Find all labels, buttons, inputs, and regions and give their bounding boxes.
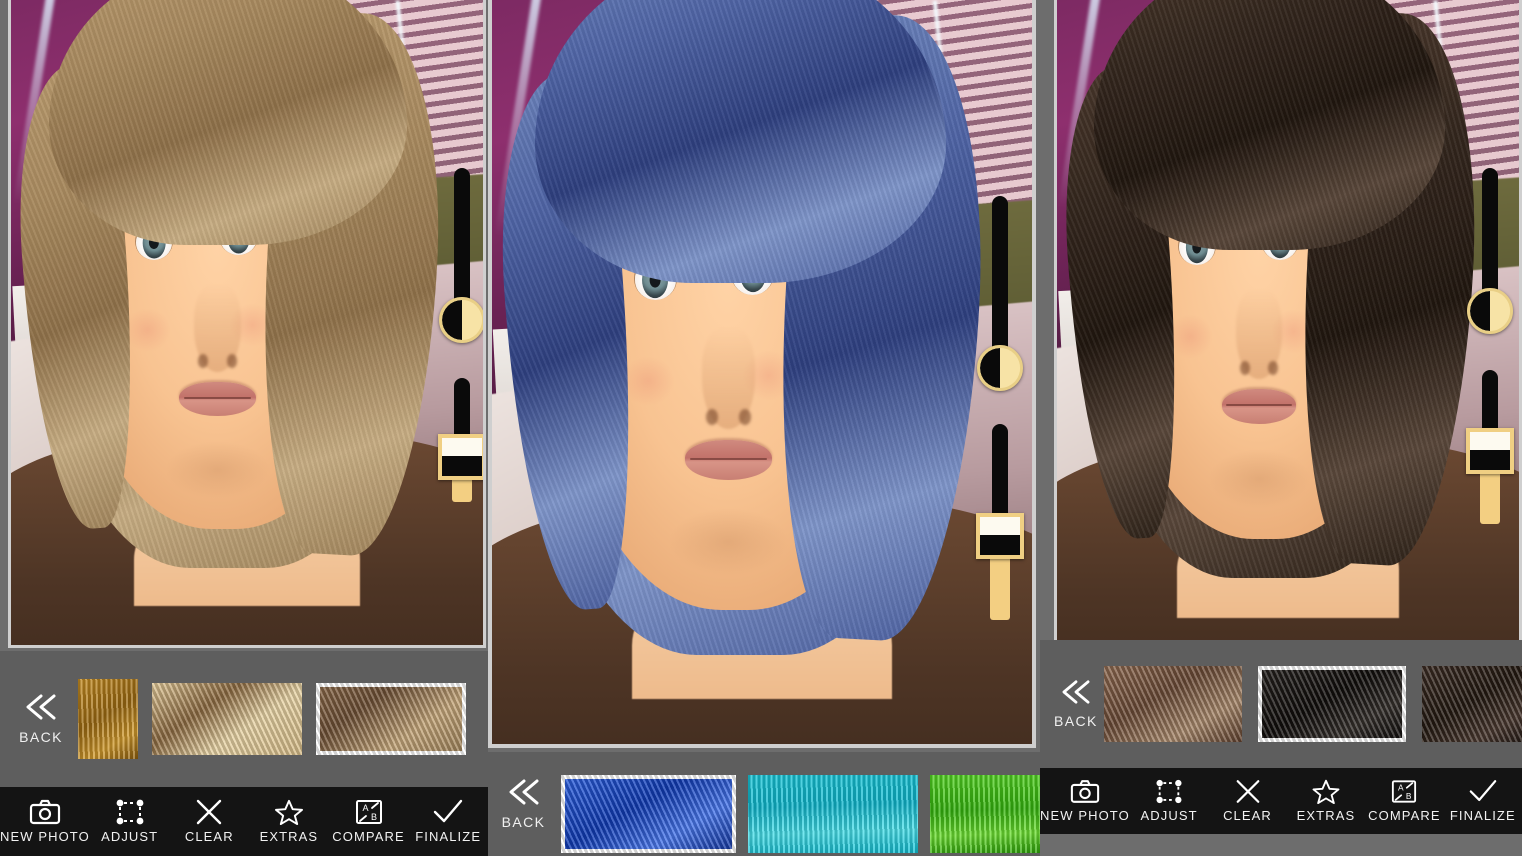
svg-text:A: A	[362, 803, 368, 813]
nose	[1236, 289, 1283, 379]
svg-text:A: A	[1398, 783, 1404, 793]
chin-shadow	[1207, 448, 1311, 509]
photo-canvas-brunette[interactable]	[1054, 0, 1522, 660]
close-x-icon	[1234, 779, 1262, 804]
svg-text:B: B	[1406, 791, 1412, 801]
tool-label-clear: CLEAR	[184, 829, 234, 844]
chin-shadow	[668, 508, 789, 577]
compare-ab-icon: AB	[355, 799, 383, 825]
opacity-slider-knob[interactable]	[976, 513, 1024, 559]
tool-label-new-photo: NEW PHOTO	[0, 829, 90, 844]
opacity-slider-knob[interactable]	[438, 434, 483, 480]
panel-blue: BACK	[488, 0, 1040, 856]
double-chevron-left-icon	[504, 778, 544, 811]
star-icon	[1312, 779, 1340, 804]
tool-finalize[interactable]: FINALIZE	[408, 799, 488, 844]
adjust-crop-icon	[1155, 779, 1183, 804]
contrast-slider-track[interactable]	[992, 196, 1008, 368]
tool-label-extras: EXTRAS	[259, 829, 319, 844]
opacity-slider-track[interactable]	[992, 424, 1008, 524]
double-chevron-left-icon	[1057, 679, 1095, 710]
contrast-slider-knob[interactable]	[439, 297, 483, 343]
back-button[interactable]: BACK	[494, 778, 553, 830]
tool-label-finalize: FINALIZE	[1449, 808, 1516, 823]
double-chevron-left-icon	[21, 693, 61, 726]
back-button-label: BACK	[501, 814, 546, 830]
swatch-green[interactable]	[930, 775, 1040, 853]
chin-shadow	[164, 440, 271, 500]
contrast-slider-knob[interactable]	[1467, 288, 1513, 334]
swatch-bar-brunette: BACK	[1040, 640, 1522, 768]
close-x-icon	[194, 799, 224, 825]
compare-ab-icon: AB	[1391, 779, 1417, 804]
swatch-bar-blonde: BACK	[0, 651, 488, 787]
swatch-dark-blonde[interactable]	[316, 683, 466, 755]
mouth	[684, 440, 772, 480]
swatch-black[interactable]	[1257, 666, 1406, 742]
tool-new-photo[interactable]: NEW PHOTO	[1040, 779, 1130, 823]
tool-new-photo[interactable]: NEW PHOTO	[0, 799, 90, 844]
mouth	[179, 381, 256, 417]
back-button[interactable]: BACK	[1054, 679, 1098, 729]
screenshot-root: BACK NEW PHOTO ADJUST CLEAR EXTRAS A B C…	[0, 0, 1522, 856]
tool-label-adjust: ADJUST	[101, 829, 159, 844]
tool-extras[interactable]: EXTRAS	[249, 799, 329, 844]
star-icon	[274, 799, 304, 825]
camera-icon	[29, 799, 61, 825]
swatch-turquoise[interactable]	[748, 775, 918, 853]
camera-icon	[1070, 779, 1100, 804]
nose	[701, 327, 756, 430]
swatch-royal-blue[interactable]	[561, 775, 736, 853]
mouth	[1221, 388, 1297, 424]
swatch-golden-copper[interactable]	[78, 679, 138, 759]
tool-adjust[interactable]: ADJUST	[1130, 779, 1208, 823]
bottom-toolbar-blonde: NEW PHOTO ADJUST CLEAR EXTRAS A B COMPAR…	[0, 787, 488, 856]
cheek-left	[123, 308, 171, 353]
swatch-light-blonde[interactable]	[152, 683, 302, 755]
bottom-toolbar-brunette: NEW PHOTO ADJUST CLEAR EXTRAS A B COMPAR…	[1040, 768, 1522, 834]
cheek-left	[1167, 314, 1214, 359]
hair-bangs	[1093, 0, 1446, 250]
checkmark-icon	[432, 799, 464, 825]
swatch-bar-blue: BACK	[488, 752, 1040, 856]
tool-label-clear: CLEAR	[1223, 808, 1272, 823]
tool-label-compare: COMPARE	[332, 829, 405, 844]
opacity-slider-knob[interactable]	[1466, 428, 1514, 474]
tool-clear[interactable]: CLEAR	[1208, 779, 1286, 823]
nose	[194, 283, 241, 372]
svg-text:B: B	[371, 812, 377, 822]
tool-clear[interactable]: CLEAR	[169, 799, 249, 844]
back-button-label: BACK	[19, 729, 63, 745]
tool-label-finalize: FINALIZE	[415, 829, 482, 844]
photo-canvas-blonde[interactable]	[8, 0, 486, 648]
back-button[interactable]: BACK	[6, 693, 76, 745]
tool-extras[interactable]: EXTRAS	[1287, 779, 1365, 823]
checkmark-icon	[1468, 779, 1498, 804]
tool-compare[interactable]: AB COMPARE	[329, 799, 409, 844]
hair-bangs	[48, 0, 408, 246]
tool-label-adjust: ADJUST	[1140, 808, 1198, 823]
back-button-label: BACK	[1054, 713, 1098, 729]
tool-label-extras: EXTRAS	[1296, 808, 1356, 823]
tool-label-new-photo: NEW PHOTO	[1040, 808, 1130, 823]
cheek-left	[621, 355, 675, 407]
adjust-crop-icon	[115, 799, 145, 825]
contrast-slider-knob[interactable]	[977, 345, 1023, 391]
tool-label-compare: COMPARE	[1368, 808, 1441, 823]
hair-bangs	[535, 0, 946, 283]
panel-blonde: BACK NEW PHOTO ADJUST CLEAR EXTRAS A B C…	[0, 0, 488, 856]
photo-canvas-blue[interactable]	[488, 0, 1036, 748]
tool-compare[interactable]: AB COMPARE	[1365, 779, 1443, 823]
tool-finalize[interactable]: FINALIZE	[1444, 779, 1522, 823]
panel-brunette: BACK NEW PHOTO ADJUST CLEAR EXTRAS A B C…	[1040, 0, 1522, 856]
tool-adjust[interactable]: ADJUST	[90, 799, 170, 844]
swatch-medium-brown[interactable]	[1103, 666, 1242, 742]
swatch-dark-brown[interactable]	[1421, 666, 1522, 742]
